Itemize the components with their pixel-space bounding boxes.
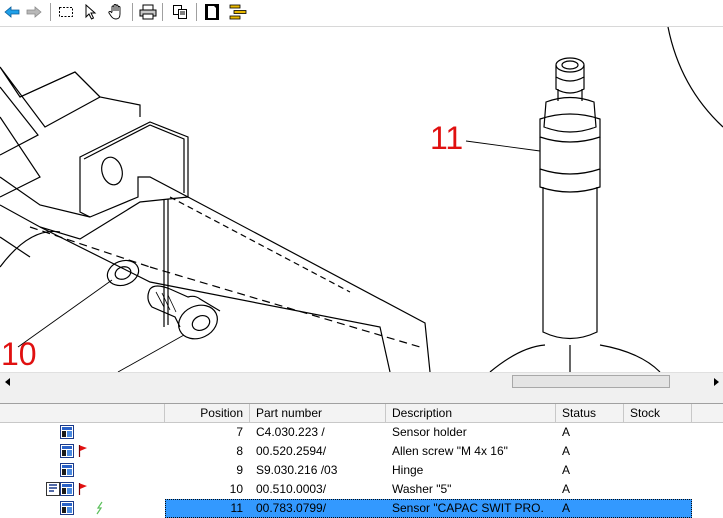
scroll-left-icon[interactable] [0, 373, 15, 390]
link-icon [96, 501, 110, 515]
table-row[interactable]: 8 00.520.2594/Allen screw "M 4x 16" A [0, 442, 723, 461]
cell-part-number: S9.030.216 /03 [256, 463, 338, 477]
forward-arrow-icon[interactable] [24, 2, 44, 22]
callout-label-10[interactable]: 10 [1, 338, 37, 370]
assembly-icon[interactable] [46, 482, 60, 496]
flag-icon [78, 444, 92, 458]
cell-stock [630, 480, 690, 499]
cell-description: Sensor holder [392, 425, 467, 439]
scroll-thumb[interactable] [512, 375, 670, 388]
cell-description: Hinge [392, 463, 424, 477]
flag-icon [78, 482, 92, 496]
cell-description: Allen screw "M 4x 16" [392, 444, 508, 458]
pointer-icon[interactable] [80, 2, 100, 22]
header-status[interactable]: Status [556, 404, 624, 423]
cell-position: 7 [236, 425, 243, 439]
header-part-number[interactable]: Part number [250, 404, 386, 423]
cell-part-number: 00.783.0799/ [256, 501, 327, 515]
part-icon[interactable] [60, 463, 74, 477]
cell-status: A [562, 444, 571, 458]
part-icon[interactable] [60, 501, 74, 515]
table-row[interactable]: 7 C4.030.223 / Sensor holder A [0, 423, 723, 442]
cell-part-number: C4.030.223 / [256, 425, 325, 439]
exploded-view-drawing[interactable]: 11 10 [0, 27, 723, 372]
part-icon[interactable] [60, 444, 74, 458]
hand-pan-icon[interactable] [106, 2, 126, 22]
copy-icon[interactable] [170, 2, 190, 22]
part-icon[interactable] [60, 425, 74, 439]
cell-position: 11 [230, 501, 243, 515]
table-row[interactable]: 10 00.510.0003/Washer "5" A [0, 480, 723, 499]
parts-list-table: Position Part number Description Status … [0, 404, 723, 518]
cell-status: A [562, 482, 571, 496]
cell-part-number: 00.520.2594/ [256, 444, 327, 458]
toolbar [0, 0, 723, 27]
cell-position: 9 [236, 463, 243, 477]
cell-description: Sensor "CAPAC SWIT PRO. [392, 501, 544, 515]
horizontal-scrollbar[interactable] [0, 372, 723, 390]
splitter[interactable] [0, 389, 723, 404]
cell-stock [630, 442, 690, 461]
header-filler [692, 404, 723, 423]
header-stock[interactable]: Stock [624, 404, 692, 423]
cell-position: 8 [236, 444, 243, 458]
cell-stock [630, 461, 690, 480]
cell-position: 10 [229, 482, 243, 496]
cell-status: A [562, 425, 571, 439]
header-description[interactable]: Description [386, 404, 556, 423]
cell-status: A [562, 463, 571, 477]
cell-stock [630, 423, 690, 442]
part-drawing [0, 27, 723, 372]
tree-list-icon[interactable] [228, 2, 248, 22]
part-icon[interactable] [60, 482, 74, 496]
printer-icon[interactable] [138, 2, 158, 22]
scroll-right-icon[interactable] [708, 373, 723, 390]
cell-stock [630, 499, 690, 518]
page-icon[interactable] [202, 2, 222, 22]
cell-status: A [562, 501, 571, 515]
cell-part-number: 00.510.0003/ [256, 482, 327, 496]
callout-label-11[interactable]: 11 [430, 122, 463, 154]
header-position[interactable]: Position [165, 404, 250, 423]
back-arrow-icon[interactable] [2, 2, 22, 22]
table-row[interactable]: 11 00.783.0799/Sensor "CAPAC SWIT PRO. A [0, 499, 723, 518]
table-row[interactable]: 9 S9.030.216 /03 Hinge A [0, 461, 723, 480]
rectangle-select-icon[interactable] [56, 2, 76, 22]
cell-description: Washer "5" [392, 482, 452, 496]
header-icons [0, 404, 165, 423]
